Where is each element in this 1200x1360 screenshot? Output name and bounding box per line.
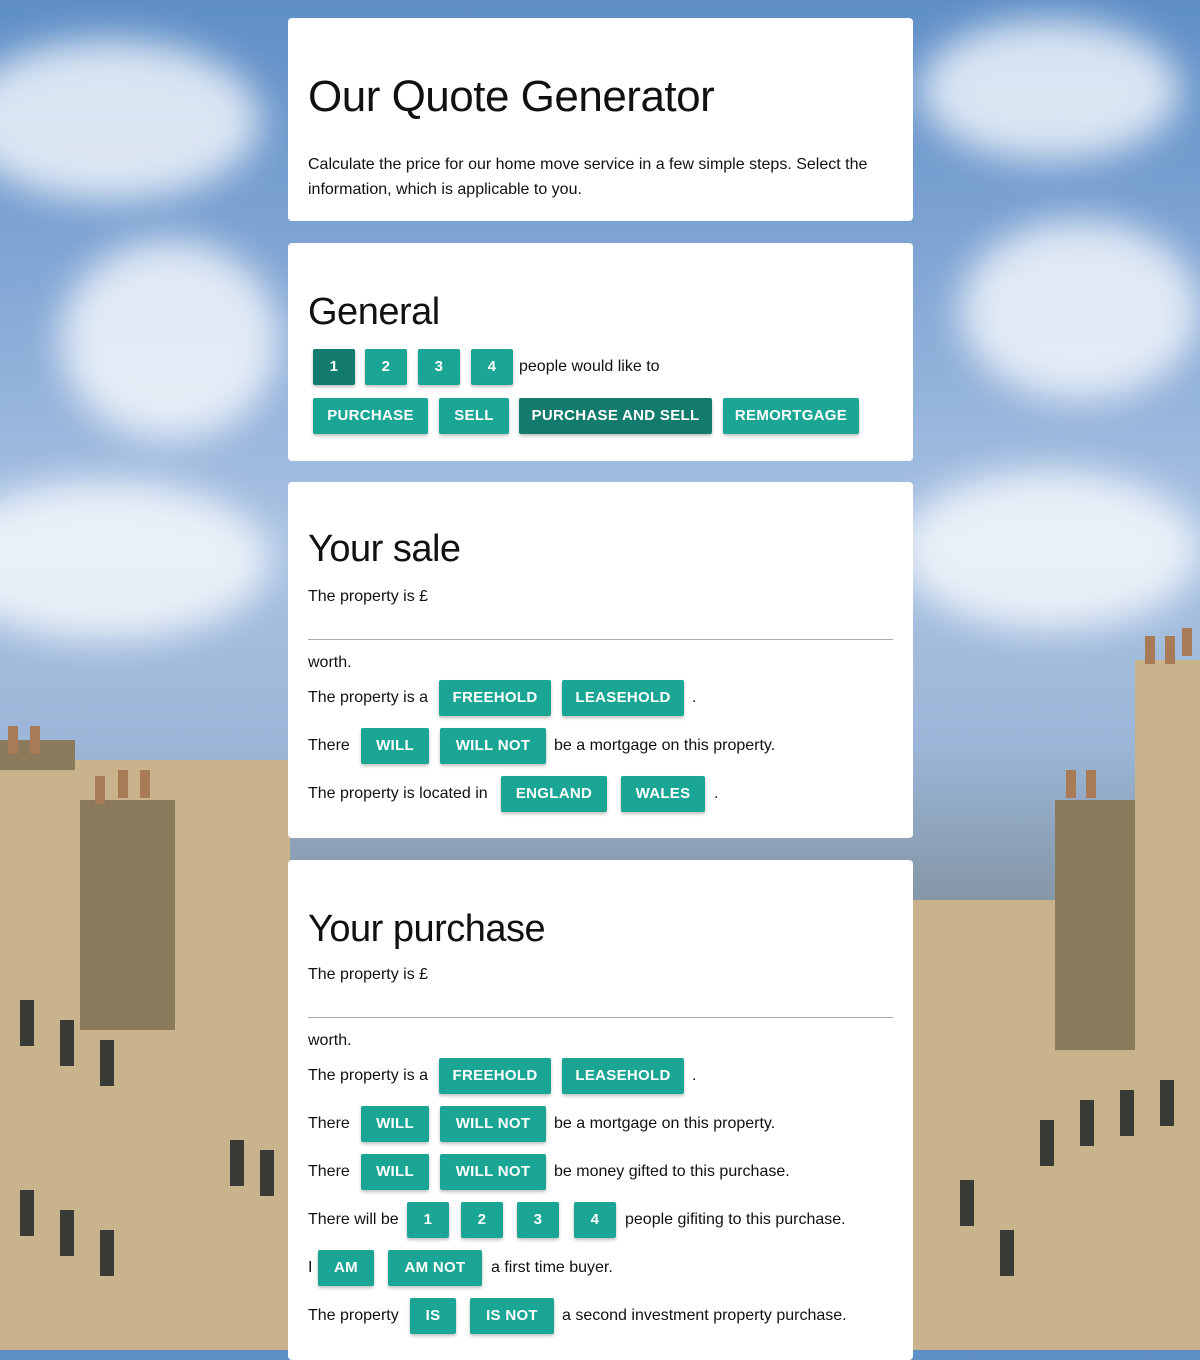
intro-text-line-2: information, which is applicable to you. — [308, 181, 582, 198]
gifters-prefix: There will be — [308, 1211, 399, 1228]
sell-button[interactable]: SELL — [439, 398, 509, 434]
purchase-freehold-button[interactable]: FREEHOLD — [439, 1058, 551, 1094]
purchase-button[interactable]: PURCHASE — [313, 398, 428, 434]
general-heading: General — [308, 291, 440, 333]
people-option-2[interactable]: 2 — [365, 349, 407, 385]
sale-location-suffix: . — [714, 785, 719, 802]
purchase-price-suffix: worth. — [308, 1032, 352, 1049]
remortgage-button[interactable]: REMORTGAGE — [723, 398, 859, 434]
sale-tenure-suffix: . — [692, 689, 697, 706]
gift-will-not-button[interactable]: WILL NOT — [440, 1154, 546, 1190]
gifters-suffix: people gifiting to this purchase. — [625, 1211, 846, 1228]
sale-price-underline — [308, 639, 893, 640]
purchase-and-sell-button[interactable]: PURCHASE AND SELL — [519, 398, 712, 434]
purchase-mortgage-will-button[interactable]: WILL — [361, 1106, 429, 1142]
purchase-heading: Your purchase — [308, 908, 546, 950]
ftb-am-not-button[interactable]: AM NOT — [388, 1250, 482, 1286]
invest-is-button[interactable]: IS — [410, 1298, 456, 1334]
invest-suffix: a second investment property purchase. — [562, 1307, 847, 1324]
gifters-option-4[interactable]: 4 — [574, 1202, 616, 1238]
sale-mortgage-suffix: be a mortgage on this property. — [554, 737, 776, 754]
purchase-price-prefix: The property is £ — [308, 966, 429, 983]
purchase-price-input[interactable] — [308, 988, 893, 1016]
intro-card: Our Quote Generator Calculate the price … — [288, 18, 913, 221]
general-card: General 1 2 3 4 people would like to PUR… — [288, 243, 913, 461]
people-option-4[interactable]: 4 — [471, 349, 513, 385]
intro-text-line-1: Calculate the price for our home move se… — [308, 156, 868, 173]
purchase-leasehold-button[interactable]: LEASEHOLD — [562, 1058, 684, 1094]
gift-suffix: be money gifted to this purchase. — [554, 1163, 790, 1180]
sale-price-input[interactable] — [308, 610, 893, 638]
wales-button[interactable]: WALES — [621, 776, 705, 812]
gifters-option-1[interactable]: 1 — [407, 1202, 449, 1238]
purchase-card: Your purchase The property is £ worth. T… — [288, 860, 913, 1360]
sale-freehold-button[interactable]: FREEHOLD — [439, 680, 551, 716]
gift-will-button[interactable]: WILL — [361, 1154, 429, 1190]
purchase-mortgage-will-not-button[interactable]: WILL NOT — [440, 1106, 546, 1142]
ftb-suffix: a first time buyer. — [491, 1259, 613, 1276]
sale-heading: Your sale — [308, 528, 461, 570]
purchase-mortgage-suffix: be a mortgage on this property. — [554, 1115, 776, 1132]
gifters-option-3[interactable]: 3 — [517, 1202, 559, 1238]
sale-mortgage-will-not-button[interactable]: WILL NOT — [440, 728, 546, 764]
invest-prefix: The property — [308, 1307, 399, 1324]
sale-mortgage-prefix: There — [308, 737, 350, 754]
sale-tenure-prefix: The property is a — [308, 689, 429, 706]
people-suffix: people would like to — [519, 358, 660, 375]
sale-location-prefix: The property is located in — [308, 785, 488, 802]
purchase-price-underline — [308, 1017, 893, 1018]
gift-prefix: There — [308, 1163, 350, 1180]
sale-price-suffix: worth. — [308, 654, 352, 671]
people-option-1[interactable]: 1 — [313, 349, 355, 385]
england-button[interactable]: ENGLAND — [501, 776, 607, 812]
invest-is-not-button[interactable]: IS NOT — [470, 1298, 554, 1334]
sale-price-prefix: The property is £ — [308, 588, 429, 605]
page-title: Our Quote Generator — [308, 72, 715, 121]
people-option-3[interactable]: 3 — [418, 349, 460, 385]
purchase-tenure-prefix: The property is a — [308, 1067, 429, 1084]
sale-mortgage-will-button[interactable]: WILL — [361, 728, 429, 764]
purchase-mortgage-prefix: There — [308, 1115, 350, 1132]
gifters-option-2[interactable]: 2 — [461, 1202, 503, 1238]
ftb-am-button[interactable]: AM — [318, 1250, 374, 1286]
purchase-tenure-suffix: . — [692, 1067, 697, 1084]
ftb-prefix: I — [308, 1259, 313, 1276]
sale-leasehold-button[interactable]: LEASEHOLD — [562, 680, 684, 716]
sale-card: Your sale The property is £ worth. The p… — [288, 482, 913, 838]
